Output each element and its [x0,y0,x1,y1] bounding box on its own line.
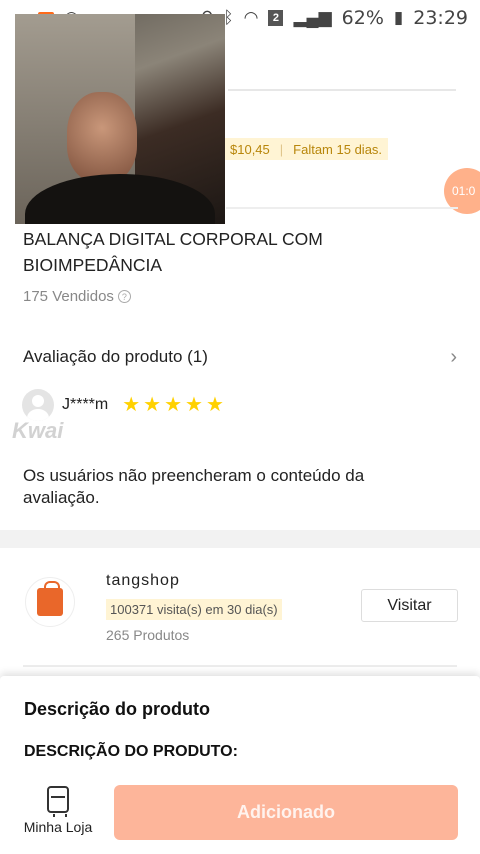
timer-text: 01:0 [452,184,476,198]
star-icon: ★ [185,394,203,416]
star-icon: ★ [205,394,224,416]
battery-icon: ▮ [393,8,404,27]
visit-shop-button[interactable]: Visitar [361,589,458,622]
star-icon: ★ [143,394,162,416]
reviews-header[interactable]: Avaliação do produto (1) › [23,344,457,370]
shop-logo[interactable] [25,577,75,627]
star-icon: ★ [164,394,183,416]
wifi-icon: ◠ [243,8,259,27]
price-value: $10,45 [230,141,270,157]
review-text-line: Os usuários não preencheram o conteúdo d… [23,466,365,485]
shopping-bag-icon [37,581,63,616]
product-title-line: BIOIMPEDÂNCIA [23,255,163,275]
my-store-tab[interactable]: Minha Loja [18,786,98,842]
chevron-right-icon: › [450,345,457,368]
kwai-watermark: Kwai [12,418,64,443]
bottom-sheet: Descrição do produto DESCRIÇÃO DO PRODUT… [0,676,480,854]
days-left: Faltam 15 dias. [293,141,383,157]
shop-name[interactable]: tangshop [106,572,180,590]
help-icon[interactable]: ? [117,290,131,303]
section-separator [0,530,480,548]
divider [23,665,457,667]
my-store-label: Minha Loja [23,819,93,835]
sold-count: 175 Vendidos ? [23,288,131,305]
price-chip: $10,45 | Faltam 15 dias. [224,138,389,160]
webcam-overlay [15,14,225,224]
added-button[interactable]: Adicionado [114,785,458,840]
review-text: Os usuários não preencheram o conteúdo d… [23,465,453,509]
product-title: BALANÇA DIGITAL CORPORAL COM BIOIMPEDÂNC… [23,226,443,278]
reviews-title: Avaliação do produto (1) [23,347,208,366]
description-subtitle: DESCRIÇÃO DO PRODUTO: [24,743,238,760]
review-text-line: avaliação. [23,488,100,507]
avatar [22,389,54,421]
chip-separator: | [279,141,284,157]
star-icon: ★ [122,394,141,416]
battery-percent: 62% [341,7,384,29]
divider [226,207,458,209]
shop-visits: 100371 visita(s) em 30 dia(s) [106,599,282,620]
rating-stars: ★ ★ ★ ★ ★ [122,395,224,415]
signal-icon: ▂▄▆ [293,8,332,27]
sold-text: 175 Vendidos [23,288,114,305]
reviewer-name: J****m [62,396,109,413]
reviewer: J****m ★ ★ ★ ★ ★ [22,389,224,421]
notification-count: 2 [268,10,284,26]
shop-product-count: 265 Produtos [106,627,190,643]
clock: 23:29 [413,7,468,29]
webcam-person-head [67,92,137,182]
divider [228,89,456,91]
product-title-line: BALANÇA DIGITAL CORPORAL COM [23,229,323,249]
description-title: Descrição do produto [24,699,211,719]
store-icon [47,786,69,817]
